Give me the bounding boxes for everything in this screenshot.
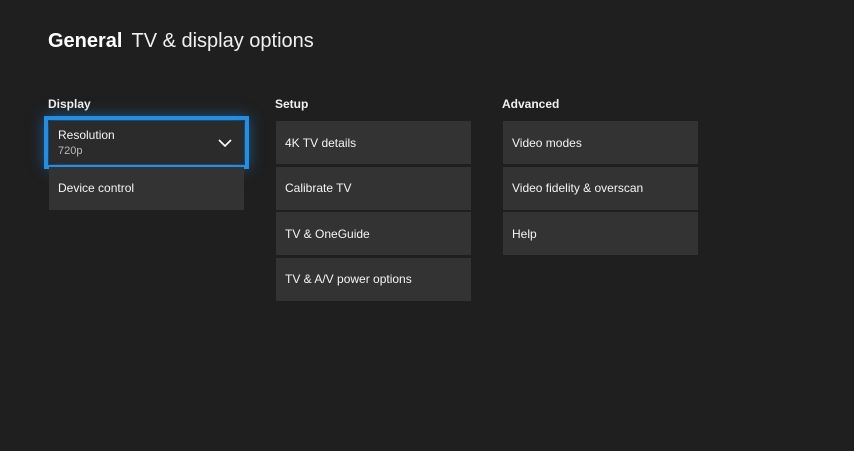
- chevron-down-icon: [218, 138, 232, 147]
- resolution-dropdown[interactable]: Resolution 720p: [44, 116, 249, 169]
- 4k-tv-details-button[interactable]: 4K TV details: [276, 121, 471, 164]
- display-column: Display Resolution 720p Device control: [44, 97, 249, 212]
- video-fidelity-overscan-label: Video fidelity & overscan: [512, 181, 644, 195]
- tv-oneguide-label: TV & OneGuide: [285, 226, 370, 241]
- advanced-column: Advanced Video modes Video fidelity & ov…: [502, 97, 698, 258]
- calibrate-tv-button[interactable]: Calibrate TV: [276, 166, 471, 210]
- page-header: General TV & display options: [48, 30, 314, 53]
- video-modes-label: Video modes: [512, 135, 582, 150]
- device-control-button[interactable]: Device control: [49, 166, 244, 210]
- setup-column: Setup 4K TV details Calibrate TV TV & On…: [275, 97, 471, 303]
- video-modes-button[interactable]: Video modes: [503, 121, 698, 164]
- display-heading: Display: [48, 97, 91, 111]
- help-button[interactable]: Help: [503, 212, 698, 255]
- calibrate-tv-label: Calibrate TV: [285, 181, 352, 195]
- help-label: Help: [512, 226, 537, 241]
- 4k-tv-details-label: 4K TV details: [285, 135, 357, 150]
- resolution-label: Resolution: [58, 128, 115, 142]
- resolution-value: 720p: [58, 145, 83, 157]
- page-title: TV & display options: [131, 30, 314, 52]
- tv-oneguide-button[interactable]: TV & OneGuide: [276, 212, 471, 255]
- tv-av-power-options-label: TV & A/V power options: [285, 272, 412, 286]
- advanced-heading: Advanced: [502, 97, 560, 111]
- tv-av-power-options-button[interactable]: TV & A/V power options: [276, 257, 471, 301]
- video-fidelity-overscan-button[interactable]: Video fidelity & overscan: [503, 166, 698, 210]
- device-control-label: Device control: [58, 181, 135, 195]
- setup-heading: Setup: [275, 97, 309, 111]
- section-title: General: [48, 30, 123, 52]
